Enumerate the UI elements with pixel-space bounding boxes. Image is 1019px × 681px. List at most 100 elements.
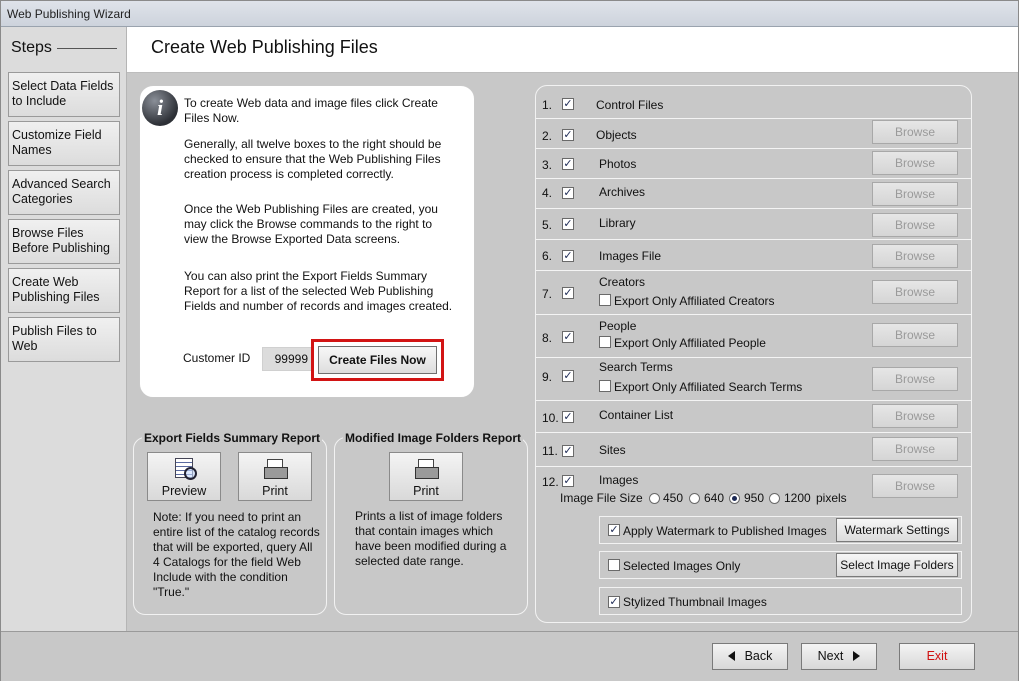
archives-browse-button[interactable]: Browse — [872, 182, 958, 206]
step-select-data-fields-button[interactable]: Select Data Fields to Include — [8, 72, 120, 117]
printer-icon — [414, 457, 439, 479]
sites-checkbox[interactable]: ✓ — [562, 445, 574, 457]
sites-browse-button[interactable]: Browse — [872, 437, 958, 461]
info-paragraph: Generally, all twelve boxes to the right… — [184, 137, 442, 181]
images-file-browse-button[interactable]: Browse — [872, 244, 958, 268]
step-customize-field-names-button[interactable]: Customize Field Names — [8, 121, 120, 166]
container-list-checkbox[interactable]: ✓ — [562, 411, 574, 423]
next-arrow-icon — [853, 651, 861, 661]
printer-icon — [263, 457, 288, 479]
search-terms-checkbox[interactable]: ✓ — [562, 370, 574, 382]
row-number: 9. — [542, 370, 553, 384]
row-number: 8. — [542, 331, 553, 345]
affiliated-search-terms-label: Export Only Affiliated Search Terms — [614, 380, 803, 394]
affiliated-creators-checkbox[interactable] — [599, 294, 611, 306]
people-browse-button[interactable]: Browse — [872, 323, 958, 347]
images-file-label: Images File — [599, 249, 662, 263]
size-unit-label: pixels — [816, 491, 847, 505]
people-checkbox[interactable]: ✓ — [562, 331, 574, 343]
objects-checkbox[interactable]: ✓ — [562, 129, 574, 141]
image-report-title: Modified Image Folders Report — [343, 431, 524, 445]
library-browse-button[interactable]: Browse — [872, 213, 958, 237]
row-number: 12. — [542, 475, 559, 489]
search-terms-browse-button[interactable]: Browse — [872, 367, 958, 391]
row-divider — [536, 400, 971, 401]
thumbnails-label: Stylized Thumbnail Images — [623, 595, 767, 609]
back-button[interactable]: Back — [712, 643, 788, 670]
page-header: Create Web Publishing Files — [127, 27, 1018, 73]
step-advanced-search-button[interactable]: Advanced Search Categories — [8, 170, 120, 215]
selected-images-checkbox[interactable] — [608, 559, 620, 571]
image-folders-print-button[interactable]: Print — [389, 452, 463, 501]
images-browse-button[interactable]: Browse — [872, 474, 958, 498]
row-divider — [536, 432, 971, 433]
row-divider — [536, 178, 971, 179]
thumbnails-checkbox[interactable]: ✓ — [608, 596, 620, 608]
objects-label: Objects — [596, 128, 637, 142]
export-print-button[interactable]: Print — [238, 452, 312, 501]
control-files-checkbox[interactable]: ✓ — [562, 98, 574, 110]
control-files-label: Control Files — [596, 98, 664, 112]
watermark-settings-button[interactable]: Watermark Settings — [836, 518, 958, 542]
archives-checkbox[interactable]: ✓ — [562, 187, 574, 199]
export-report-note: Note: If you need to print an entire lis… — [153, 510, 320, 599]
customer-id-label: Customer ID — [183, 351, 251, 365]
exit-button[interactable]: Exit — [899, 643, 975, 670]
container-list-browse-button[interactable]: Browse — [872, 404, 958, 428]
library-checkbox[interactable]: ✓ — [562, 218, 574, 230]
selected-images-label: Selected Images Only — [623, 559, 741, 573]
row-number: 10. — [542, 411, 559, 425]
row-divider — [536, 118, 971, 119]
size-1200-label: 1200 — [784, 491, 811, 505]
row-number: 3. — [542, 158, 553, 172]
print-label: Print — [413, 484, 439, 498]
step-publish-files-button[interactable]: Publish Files to Web — [8, 317, 120, 362]
print-label: Print — [262, 484, 288, 498]
watermark-checkbox[interactable]: ✓ — [608, 524, 620, 536]
info-paragraph: You can also print the Export Fields Sum… — [184, 269, 453, 313]
library-label: Library — [599, 216, 636, 230]
preview-button[interactable]: Preview — [147, 452, 221, 501]
step-browse-files-button[interactable]: Browse Files Before Publishing — [8, 219, 120, 264]
photos-checkbox[interactable]: ✓ — [562, 158, 574, 170]
next-label: Next — [817, 649, 844, 663]
title-bar: Web Publishing Wizard — [1, 1, 1018, 27]
page-title: Create Web Publishing Files — [151, 37, 378, 57]
archives-label: Archives — [599, 185, 646, 199]
next-button[interactable]: Next — [801, 643, 877, 670]
photos-browse-button[interactable]: Browse — [872, 151, 958, 175]
info-paragraph: Once the Web Publishing Files are create… — [184, 202, 438, 246]
row-number: 2. — [542, 129, 553, 143]
row-divider — [536, 314, 971, 315]
size-640-label: 640 — [704, 491, 725, 505]
photos-label: Photos — [599, 157, 637, 171]
creators-checkbox[interactable]: ✓ — [562, 287, 574, 299]
step-create-files-button[interactable]: Create Web Publishing Files — [8, 268, 120, 313]
row-divider — [536, 148, 971, 149]
search-terms-label: Search Terms — [599, 360, 673, 374]
row-number: 1. — [542, 98, 553, 112]
row-number: 11. — [542, 444, 558, 458]
affiliated-people-checkbox[interactable] — [599, 336, 611, 348]
row-divider — [536, 270, 971, 271]
creators-browse-button[interactable]: Browse — [872, 280, 958, 304]
row-divider — [536, 208, 971, 209]
images-checkbox[interactable]: ✓ — [562, 475, 574, 487]
objects-browse-button[interactable]: Browse — [872, 120, 958, 144]
affiliated-search-terms-checkbox[interactable] — [599, 380, 611, 392]
wizard-window: Web Publishing Wizard Steps Select Data … — [0, 0, 1019, 681]
row-number: 6. — [542, 249, 553, 263]
size-950-radio[interactable] — [729, 493, 740, 504]
size-450-radio[interactable] — [649, 493, 660, 504]
preview-label: Preview — [161, 484, 207, 498]
people-label: People — [599, 319, 637, 333]
container-list-label: Container List — [599, 408, 674, 422]
size-1200-radio[interactable] — [769, 493, 780, 504]
row-number: 5. — [542, 218, 553, 232]
create-files-now-button[interactable]: Create Files Now — [318, 346, 437, 374]
size-640-radio[interactable] — [689, 493, 700, 504]
customer-id-field[interactable]: 99999 — [262, 347, 312, 371]
images-file-checkbox[interactable]: ✓ — [562, 250, 574, 262]
select-image-folders-button[interactable]: Select Image Folders — [836, 553, 958, 577]
info-icon: i — [142, 90, 178, 126]
